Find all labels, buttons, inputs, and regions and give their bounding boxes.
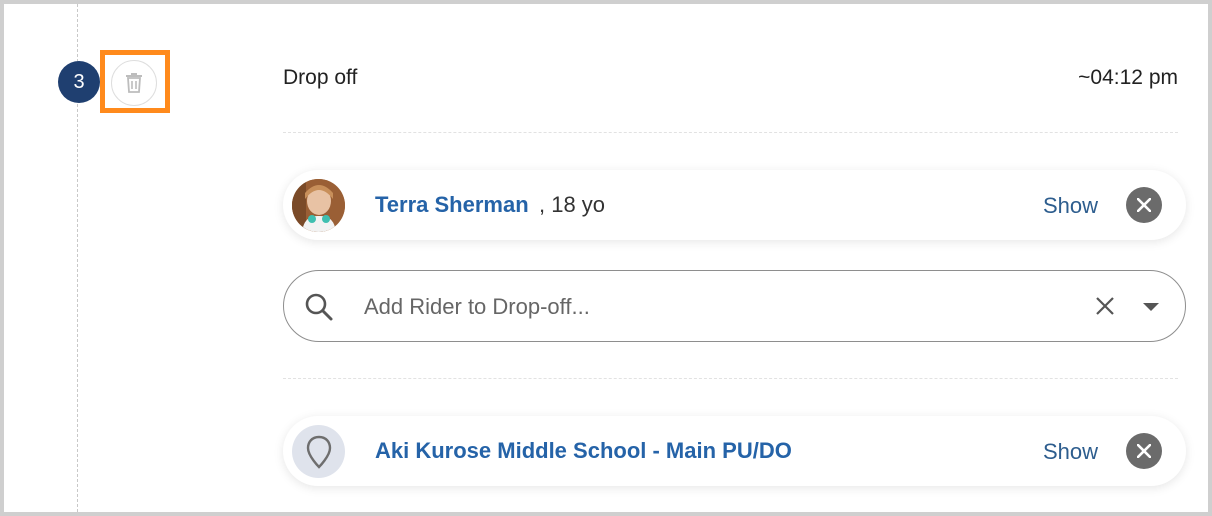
remove-location-button[interactable] (1126, 433, 1162, 469)
add-rider-search[interactable] (283, 270, 1186, 342)
map-pin-icon (306, 435, 331, 469)
trash-icon (126, 73, 142, 93)
caret-down-icon[interactable] (1143, 303, 1159, 311)
close-circle-icon (1137, 198, 1151, 212)
remove-rider-button[interactable] (1126, 187, 1162, 223)
divider (283, 132, 1178, 133)
rider-age: , 18 yo (539, 192, 606, 217)
stop-title: Drop off (283, 66, 358, 89)
stop-panel: 3 Drop off ~04:12 pm Terra Sherman , 18 … (0, 0, 1212, 516)
close-circle-icon (1137, 444, 1151, 458)
location-name-link[interactable]: Aki Kurose Middle School - Main PU/DO (375, 438, 792, 464)
location-card: Aki Kurose Middle School - Main PU/DO Sh… (283, 416, 1186, 486)
search-icon (305, 293, 333, 321)
avatar (292, 179, 345, 232)
location-show-link[interactable]: Show (1043, 439, 1098, 465)
rider-card: Terra Sherman , 18 yo Show (283, 170, 1186, 240)
rider-name-link[interactable]: Terra Sherman (375, 192, 529, 218)
location-avatar (292, 425, 345, 478)
stop-time: ~04:12 pm (1078, 66, 1178, 89)
delete-stop-button[interactable] (111, 60, 157, 106)
divider (283, 378, 1178, 379)
rider-show-link[interactable]: Show (1043, 193, 1098, 219)
stop-number-badge: 3 (58, 61, 100, 103)
close-icon[interactable] (1095, 296, 1115, 316)
search-input[interactable] (362, 289, 1046, 325)
